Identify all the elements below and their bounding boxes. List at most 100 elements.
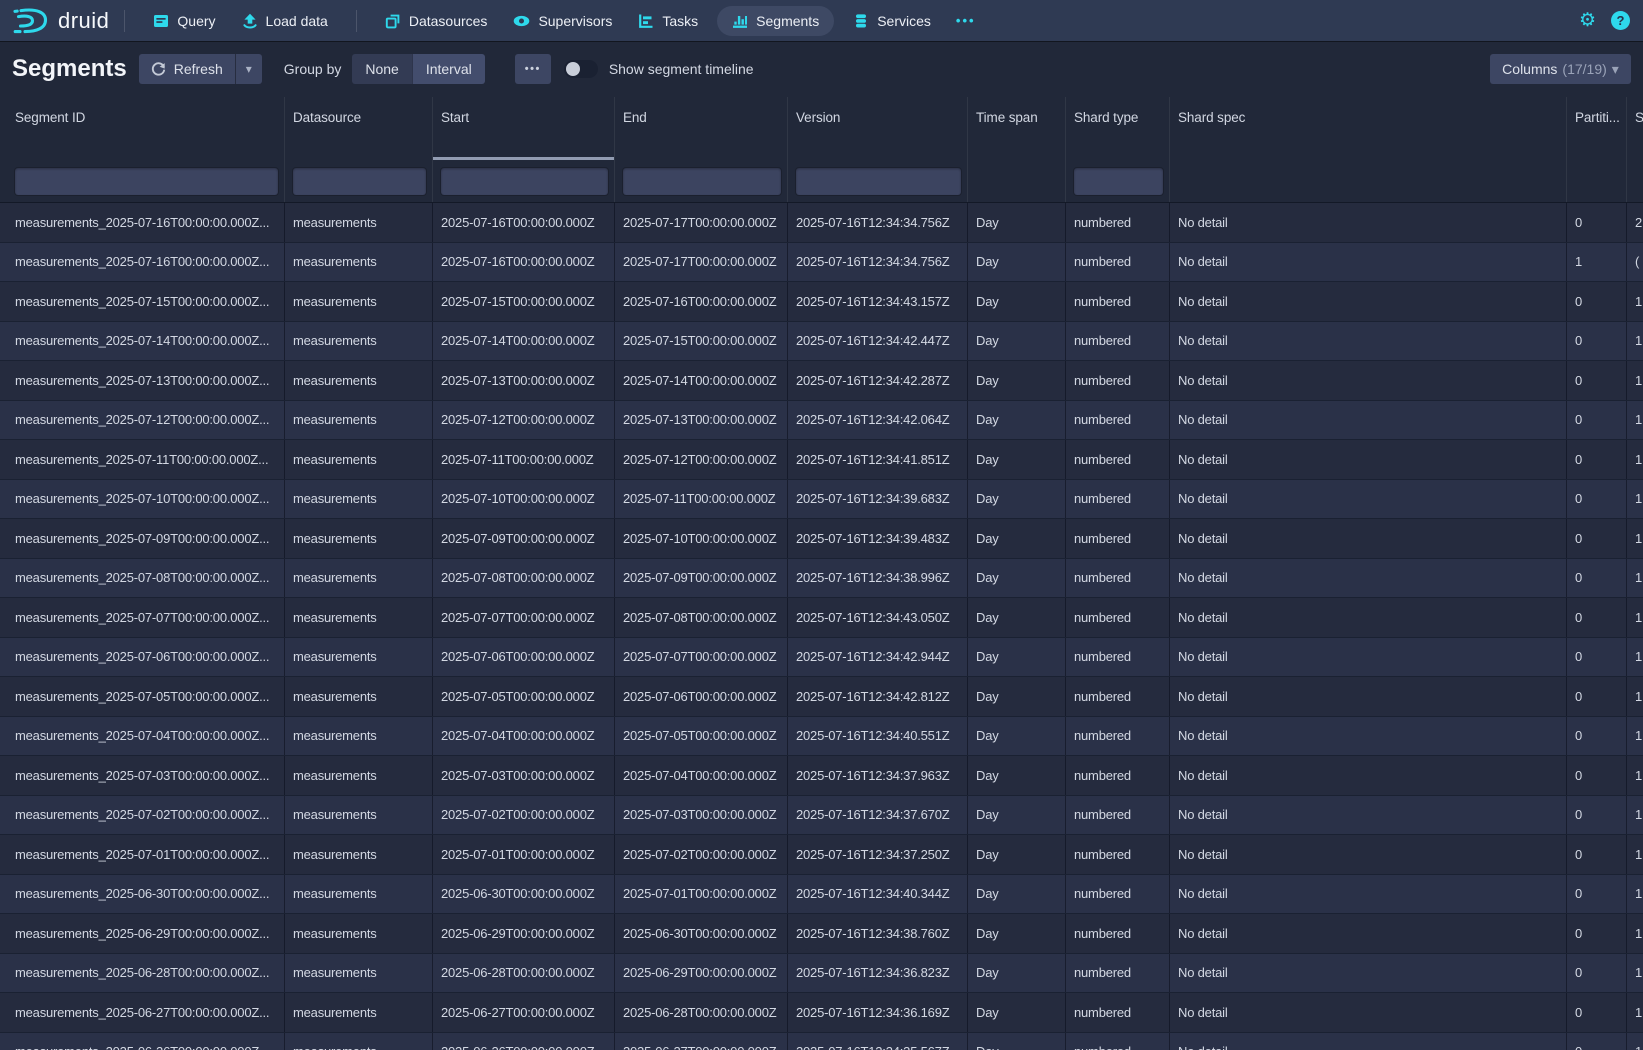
- cell-size: 1: [1627, 480, 1643, 519]
- filter-input-shard_type[interactable]: [1074, 168, 1163, 195]
- cell-datasource: measurements: [285, 598, 433, 637]
- filter-cell-id: [0, 160, 285, 202]
- nav-more-button[interactable]: •••: [944, 13, 988, 28]
- cell-end: 2025-07-07T00:00:00.000Z: [615, 638, 788, 677]
- cell-shard_type: numbered: [1066, 677, 1170, 716]
- cell-version: 2025-07-16T12:34:36.823Z: [788, 954, 968, 993]
- columns-button[interactable]: Columns (17/19) ▾: [1490, 54, 1631, 84]
- column-header-shard_spec[interactable]: Shard spec: [1170, 97, 1567, 160]
- segment-timeline-label: Show segment timeline: [609, 61, 754, 77]
- cell-span: Day: [968, 282, 1066, 321]
- nav-item-segments[interactable]: Segments: [717, 6, 834, 36]
- group-by-none-button[interactable]: None: [352, 54, 411, 84]
- cell-datasource: measurements: [285, 875, 433, 914]
- cell-datasource: measurements: [285, 1033, 433, 1050]
- cell-span: Day: [968, 519, 1066, 558]
- cell-start: 2025-06-29T00:00:00.000Z: [433, 914, 615, 953]
- column-header-version[interactable]: Version: [788, 97, 968, 160]
- cell-span: Day: [968, 203, 1066, 242]
- cell-shard_spec: No detail: [1170, 322, 1567, 361]
- cell-span: Day: [968, 440, 1066, 479]
- filter-input-version[interactable]: [796, 168, 961, 195]
- help-icon[interactable]: ?: [1611, 11, 1630, 30]
- nav-divider: [124, 10, 125, 32]
- column-header-start[interactable]: Start: [433, 97, 615, 160]
- filter-input-end[interactable]: [623, 168, 781, 195]
- gear-icon[interactable]: ⚙: [1579, 11, 1596, 30]
- cell-partition: 0: [1567, 717, 1627, 756]
- toolbar-more-button[interactable]: •••: [515, 54, 551, 84]
- cell-partition: 0: [1567, 835, 1627, 874]
- nav-right: ⚙ ?: [1579, 11, 1643, 30]
- group-by-interval-button[interactable]: Interval: [412, 54, 485, 84]
- column-header-size[interactable]: S: [1627, 97, 1643, 160]
- cell-shard_type: numbered: [1066, 756, 1170, 795]
- cell-version: 2025-07-16T12:34:38.996Z: [788, 559, 968, 598]
- eye-icon: [513, 13, 530, 29]
- nav-item-load-data[interactable]: Load data: [229, 0, 341, 41]
- cell-end: 2025-07-15T00:00:00.000Z: [615, 322, 788, 361]
- column-header-span[interactable]: Time span: [968, 97, 1066, 160]
- filter-input-datasource[interactable]: [293, 168, 426, 195]
- table-body: measurements_2025-07-16T00:00:00.000Z...…: [0, 203, 1643, 1050]
- nav-item-label: Services: [877, 13, 931, 29]
- column-header-partition[interactable]: Partiti...: [1567, 97, 1627, 160]
- cell-id: measurements_2025-06-26T00:00:00.000Z...: [0, 1033, 285, 1050]
- cell-version: 2025-07-16T12:34:43.050Z: [788, 598, 968, 637]
- cell-id: measurements_2025-07-01T00:00:00.000Z...: [0, 835, 285, 874]
- table-row: measurements_2025-06-28T00:00:00.000Z...…: [0, 954, 1643, 994]
- filter-cell-shard_type: [1066, 160, 1170, 202]
- nav-item-query[interactable]: Query: [140, 0, 228, 41]
- nav-item-services[interactable]: Services: [840, 0, 944, 41]
- cell-start: 2025-06-28T00:00:00.000Z: [433, 954, 615, 993]
- nav-left: druid Query: [0, 0, 988, 41]
- cell-start: 2025-07-10T00:00:00.000Z: [433, 480, 615, 519]
- nav-item-tasks[interactable]: Tasks: [625, 0, 711, 41]
- cell-shard_spec: No detail: [1170, 243, 1567, 282]
- cell-span: Day: [968, 638, 1066, 677]
- group-by-label: Group by: [284, 61, 342, 77]
- column-header-id[interactable]: Segment ID: [0, 97, 285, 160]
- cell-partition: 0: [1567, 1033, 1627, 1050]
- cell-start: 2025-07-02T00:00:00.000Z: [433, 796, 615, 835]
- table-row: measurements_2025-07-11T00:00:00.000Z...…: [0, 440, 1643, 480]
- cell-span: Day: [968, 598, 1066, 637]
- cell-version: 2025-07-16T12:34:34.756Z: [788, 203, 968, 242]
- cell-shard_type: numbered: [1066, 598, 1170, 637]
- cell-span: Day: [968, 756, 1066, 795]
- nav-item-datasources[interactable]: Datasources: [372, 0, 501, 41]
- cell-partition: 0: [1567, 401, 1627, 440]
- cell-id: measurements_2025-07-15T00:00:00.000Z...: [0, 282, 285, 321]
- refresh-icon: [151, 62, 166, 77]
- cell-id: measurements_2025-07-10T00:00:00.000Z...: [0, 480, 285, 519]
- filter-cell-span: [968, 160, 1066, 202]
- cell-end: 2025-07-12T00:00:00.000Z: [615, 440, 788, 479]
- table-filter-row: [0, 160, 1643, 203]
- cell-end: 2025-06-29T00:00:00.000Z: [615, 954, 788, 993]
- cell-size: 1: [1627, 638, 1643, 677]
- cell-end: 2025-07-04T00:00:00.000Z: [615, 756, 788, 795]
- cell-partition: 0: [1567, 322, 1627, 361]
- cell-span: Day: [968, 322, 1066, 361]
- cell-datasource: measurements: [285, 401, 433, 440]
- segment-timeline-switch[interactable]: [564, 60, 598, 78]
- filter-input-id[interactable]: [15, 168, 278, 195]
- cell-partition: 0: [1567, 993, 1627, 1032]
- nav-divider: [356, 10, 357, 32]
- cell-id: measurements_2025-07-08T00:00:00.000Z...: [0, 559, 285, 598]
- cell-end: 2025-07-09T00:00:00.000Z: [615, 559, 788, 598]
- cell-size: 1: [1627, 440, 1643, 479]
- table-row: measurements_2025-07-10T00:00:00.000Z...…: [0, 480, 1643, 520]
- refresh-caret-button[interactable]: ▾: [235, 54, 262, 84]
- filter-input-start[interactable]: [441, 168, 608, 195]
- table-row: measurements_2025-06-30T00:00:00.000Z...…: [0, 875, 1643, 915]
- nav-item-supervisors[interactable]: Supervisors: [500, 0, 625, 41]
- table-row: measurements_2025-07-15T00:00:00.000Z...…: [0, 282, 1643, 322]
- refresh-button[interactable]: Refresh: [139, 54, 235, 84]
- column-header-end[interactable]: End: [615, 97, 788, 160]
- cell-shard_spec: No detail: [1170, 835, 1567, 874]
- column-header-datasource[interactable]: Datasource: [285, 97, 433, 160]
- table-row: measurements_2025-07-04T00:00:00.000Z...…: [0, 717, 1643, 757]
- druid-wordmark: druid: [58, 8, 109, 34]
- column-header-shard_type[interactable]: Shard type: [1066, 97, 1170, 160]
